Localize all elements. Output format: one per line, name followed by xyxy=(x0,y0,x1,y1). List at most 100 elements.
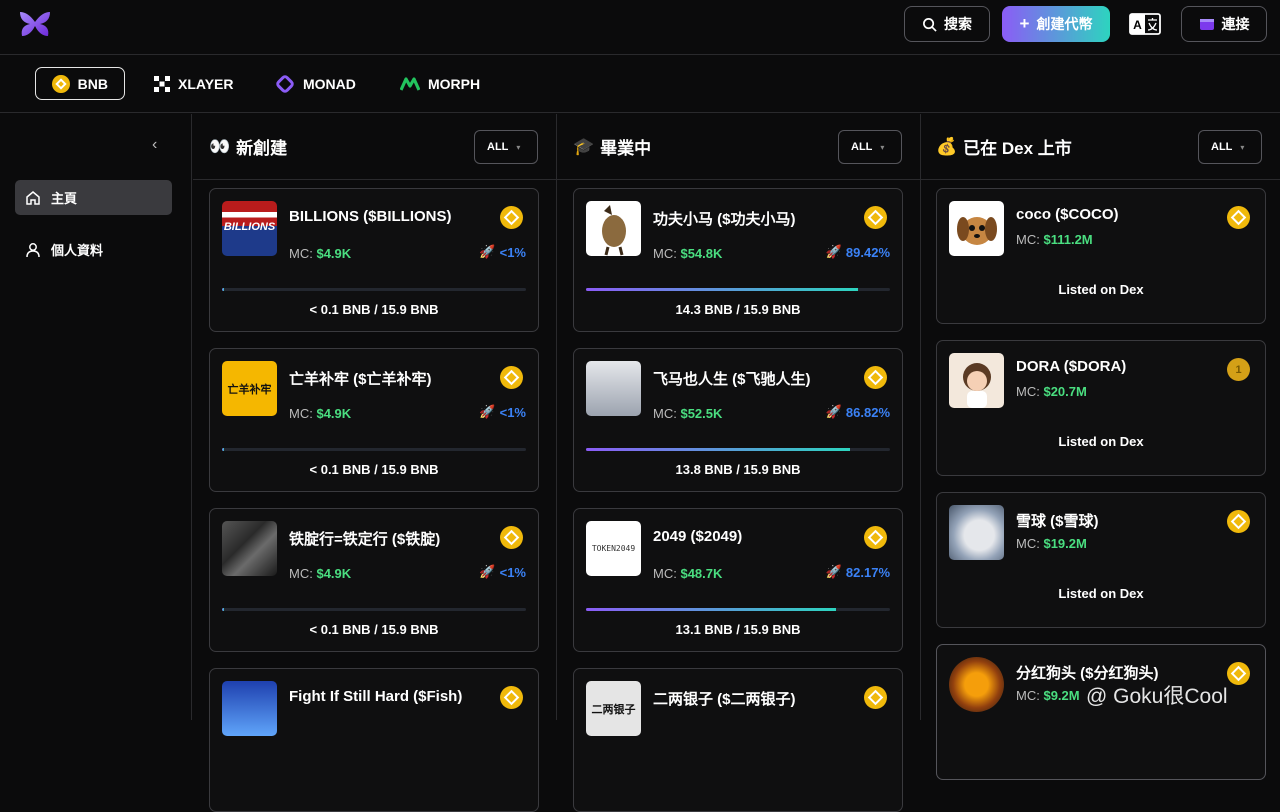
bnb-coin-icon xyxy=(500,526,523,549)
raised-amount: < 0.1 BNB / 15.9 BNB xyxy=(309,622,439,637)
butterfly-logo-icon[interactable] xyxy=(18,10,52,38)
monad-icon xyxy=(276,74,294,93)
user-icon xyxy=(26,242,40,257)
progress-bar xyxy=(222,288,526,291)
language-button[interactable]: A xyxy=(1126,6,1164,42)
sidebar-item-profile[interactable]: 個人資料 xyxy=(15,232,172,267)
token-image: BILLIONS xyxy=(222,201,277,256)
progress-bar xyxy=(586,288,890,291)
token-image xyxy=(949,505,1004,560)
filter-dropdown[interactable]: ALL ▾ xyxy=(1198,130,1262,164)
bnb-coin-icon xyxy=(500,686,523,709)
rocket-icon: 🚀 xyxy=(479,244,496,259)
bnb-coin-icon xyxy=(864,686,887,709)
token-card[interactable]: 分红狗头 ($分红狗头) MC: $9.2M xyxy=(936,644,1266,780)
token-name: coco ($COCO) xyxy=(1016,206,1119,223)
raised-amount: 13.1 BNB / 15.9 BNB xyxy=(675,622,801,637)
chain-tab-monad[interactable]: MONAD xyxy=(259,67,372,100)
token-image: 亡羊补牢 xyxy=(222,361,277,416)
graduation-cap-icon: 🎓 xyxy=(573,136,595,156)
token-card[interactable]: 飞马也人生 ($飞驰人生) MC: $52.5K 🚀 86.82% 13.8 BN… xyxy=(573,348,903,492)
market-cap: MC: $9.2M xyxy=(1016,688,1080,703)
token-name: 二两银子 ($二两银子) xyxy=(653,691,796,708)
chain-tab-xlayer[interactable]: XLAYER xyxy=(138,67,250,100)
token-image: TOKEN2049 xyxy=(586,521,641,576)
token-image xyxy=(586,201,641,256)
progress-bar xyxy=(586,448,890,451)
chain-tab-bnb[interactable]: BNB xyxy=(35,67,125,100)
sidebar-item-home[interactable]: 主頁 xyxy=(15,180,172,215)
column-listed: 💰 已在 Dex 上市 ALL ▾ coco ($COCO) MC: $111.2… xyxy=(920,114,1280,780)
bnb-coin-icon xyxy=(500,206,523,229)
progress-percent: 🚀 <1% xyxy=(479,564,526,580)
bnb-coin-icon xyxy=(1227,662,1250,685)
bnb-coin-icon xyxy=(864,526,887,549)
column-header: 👀 新創建 ALL ▾ xyxy=(193,114,556,180)
search-icon xyxy=(923,17,937,32)
chevron-down-icon: ▾ xyxy=(516,142,521,152)
progress-fill xyxy=(222,608,224,611)
connect-label: 連接 xyxy=(1221,16,1250,32)
column-title: 🎓 畢業中 xyxy=(573,136,652,159)
token-card[interactable]: Fight If Still Hard ($Fish) xyxy=(209,668,539,812)
chevron-down-icon: ▾ xyxy=(880,142,885,152)
search-label: 搜索 xyxy=(944,16,972,32)
morph-icon xyxy=(400,76,420,91)
search-button[interactable]: 搜索 xyxy=(904,6,990,42)
progress-percent: 🚀 <1% xyxy=(479,244,526,260)
token-name: 飞马也人生 ($飞驰人生) xyxy=(653,371,811,388)
progress-fill xyxy=(586,448,850,451)
progress-bar xyxy=(222,448,526,451)
market-cap: MC: $48.7K xyxy=(653,566,723,581)
xlayer-icon xyxy=(154,75,170,92)
filter-dropdown[interactable]: ALL ▾ xyxy=(838,130,902,164)
column-header: 🎓 畢業中 ALL ▾ xyxy=(557,114,920,180)
token-card[interactable]: 雪球 ($雪球) MC: $19.2M Listed on Dex xyxy=(936,492,1266,628)
sidebar: ‹ 主頁 個人資料 xyxy=(0,114,192,720)
connect-wallet-button[interactable]: 連接 xyxy=(1181,6,1267,42)
rocket-icon: 🚀 xyxy=(479,564,496,579)
progress-percent: 🚀 82.17% xyxy=(825,564,890,580)
token-card[interactable]: 亡羊补牢 亡羊补牢 ($亡羊补牢) MC: $4.9K 🚀 <1% < 0.1 B… xyxy=(209,348,539,492)
token-card[interactable]: BILLIONS BILLIONS ($BILLIONS) MC: $4.9K … xyxy=(209,188,539,332)
chain-label: XLAYER xyxy=(178,75,234,92)
chain-label: MORPH xyxy=(428,75,481,92)
token-name: Fight If Still Hard ($Fish) xyxy=(289,688,463,705)
token-card[interactable]: 功夫小马 ($功夫小马) MC: $54.8K 🚀 89.42% 14.3 BNB… xyxy=(573,188,903,332)
progress-fill xyxy=(586,288,858,291)
progress-fill xyxy=(222,288,224,291)
token-card[interactable]: DORA ($DORA) MC: $20.7M 1 Listed on Dex xyxy=(936,340,1266,476)
translate-icon: A xyxy=(1129,13,1161,35)
chain-label: MONAD xyxy=(303,75,356,92)
token-image: 二两银子 xyxy=(586,681,641,736)
bnb-coin-icon xyxy=(1227,206,1250,229)
plus-icon: + xyxy=(1019,14,1030,33)
create-label: 創建代幣 xyxy=(1036,16,1093,32)
token-card[interactable]: TOKEN2049 2049 ($2049) MC: $48.7K 🚀 82.17… xyxy=(573,508,903,652)
token-card[interactable]: 铁腚行=铁定行 ($铁腚) MC: $4.9K 🚀 <1% < 0.1 BNB /… xyxy=(209,508,539,652)
bnb-coin-icon xyxy=(500,366,523,389)
token-name: 2049 ($2049) xyxy=(653,528,743,545)
column-header: 💰 已在 Dex 上市 ALL ▾ xyxy=(920,114,1280,180)
bnb-coin-icon xyxy=(1227,510,1250,533)
bnb-icon xyxy=(52,74,70,93)
raised-amount: 14.3 BNB / 15.9 BNB xyxy=(675,302,801,317)
chain-label: BNB xyxy=(77,75,108,92)
create-token-button[interactable]: + 創建代幣 xyxy=(1002,6,1110,42)
token-card[interactable]: coco ($COCO) MC: $111.2M Listed on Dex xyxy=(936,188,1266,324)
collapse-chevron-icon[interactable]: ‹ xyxy=(152,136,168,153)
column-graduating: 🎓 畢業中 ALL ▾ 功夫小马 ($功夫小马) MC: $54.8K 🚀 89.4… xyxy=(557,114,921,812)
token-card[interactable]: 二两银子 二两银子 ($二两银子) xyxy=(573,668,903,812)
chain-tab-morph[interactable]: MORPH xyxy=(384,67,496,100)
progress-percent: 🚀 89.42% xyxy=(825,244,890,260)
market-cap: MC: $19.2M xyxy=(1016,536,1087,551)
filter-dropdown[interactable]: ALL ▾ xyxy=(474,130,538,164)
column-title: 👀 新創建 xyxy=(209,136,288,159)
bnb-coin-icon xyxy=(864,366,887,389)
market-cap: MC: $111.2M xyxy=(1016,232,1093,247)
market-cap: MC: $52.5K xyxy=(653,406,723,421)
token-name: 功夫小马 ($功夫小马) xyxy=(653,211,796,228)
chain-selector-bar: BNB XLAYER MONAD MORPH xyxy=(0,55,1280,113)
raised-amount: < 0.1 BNB / 15.9 BNB xyxy=(309,462,439,477)
token-name: 铁腚行=铁定行 ($铁腚) xyxy=(289,531,441,548)
